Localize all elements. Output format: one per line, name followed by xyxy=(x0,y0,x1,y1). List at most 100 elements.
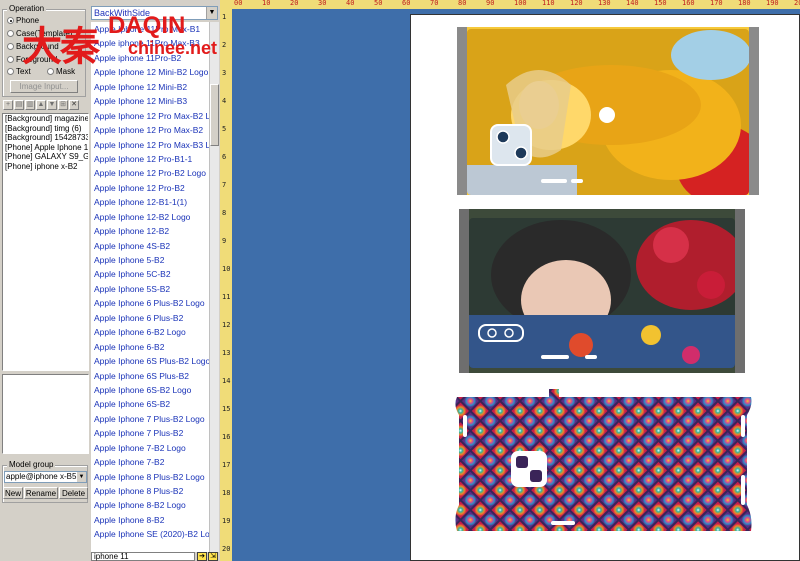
print-page[interactable] xyxy=(410,14,800,561)
ruler-tick-label: 150 xyxy=(654,0,667,7)
model-list-item[interactable]: Apple Iphone 6-B2 Logo xyxy=(91,325,209,339)
radio-label: Text xyxy=(16,67,31,76)
layer-add-icon[interactable]: + xyxy=(3,100,13,110)
model-list-item[interactable]: Apple Iphone 12-B2 xyxy=(91,224,209,238)
model-list-item[interactable]: Apple Iphone 12 Mini-B2 Logo xyxy=(91,65,209,79)
model-list-item[interactable]: Apple Iphone 5-B2 xyxy=(91,253,209,267)
radio-label: Phone xyxy=(16,16,40,25)
model-list-item[interactable]: Apple Iphone 8 Plus-B2 xyxy=(91,484,209,498)
model-list[interactable]: Apple Iphone 11Pro Max-B1 Apple iphone 11… xyxy=(91,22,209,552)
radio-foreground[interactable]: Foreground xyxy=(7,55,57,64)
export-icon[interactable]: ⇲ xyxy=(208,552,218,561)
operation-group-title: Operation xyxy=(7,4,47,13)
ruler-tick-label: 120 xyxy=(570,0,583,7)
rename-group-button[interactable]: Rename xyxy=(24,487,58,499)
model-list-item[interactable]: Apple Iphone 6 Plus-B2 xyxy=(91,311,209,325)
skin-yellow-dress[interactable] xyxy=(457,27,766,205)
chevron-down-icon[interactable]: ▼ xyxy=(206,7,217,19)
scrollbar-thumb[interactable] xyxy=(210,84,219,146)
model-panel: BackWithSide ▼ Apple Iphone 11Pro Max-B1… xyxy=(90,0,220,561)
horizontal-ruler: 00 10 20 30 40 50 60 70 80 90 100 110 120 130 140 150 16… xyxy=(220,0,800,9)
image-input-button[interactable]: Image Input... xyxy=(10,80,78,93)
model-list-item[interactable]: Apple Iphone 8-B2 Logo xyxy=(91,498,209,512)
ruler-tick-label: 6 xyxy=(222,153,227,161)
model-list-item[interactable]: Apple Iphone 6S Plus-B2 xyxy=(91,369,209,383)
layer-item[interactable]: [Phone] Apple Iphone 11 xyxy=(3,143,88,153)
model-group-title: Model group xyxy=(7,460,56,469)
model-list-item[interactable]: Apple Iphone 5S-B2 xyxy=(91,282,209,296)
layer-item[interactable]: [Background] magazine- xyxy=(3,114,88,124)
radio-text[interactable]: Text xyxy=(7,67,31,76)
model-list-item[interactable]: Apple Iphone 12 Pro-B2 Logo xyxy=(91,166,209,180)
delete-group-button[interactable]: Delete xyxy=(59,487,88,499)
model-list-item[interactable]: Apple Iphone 12 Pro Max-B2 xyxy=(91,123,209,137)
model-list-item[interactable]: Apple Iphone 6S-B2 xyxy=(91,397,209,411)
ruler-tick-label: 10 xyxy=(222,265,231,273)
skin-layout-svg xyxy=(455,27,766,531)
model-list-item[interactable]: Apple iphone 11Pro-B2 xyxy=(91,51,209,65)
model-group-value: apple@iphone x-B5 xyxy=(6,472,77,481)
move-up-icon[interactable]: ▲ xyxy=(36,100,46,110)
model-list-item[interactable]: Apple Iphone 6S-B2 Logo xyxy=(91,383,209,397)
chevron-down-icon[interactable]: ▼ xyxy=(77,472,86,482)
ruler-tick-label: 60 xyxy=(402,0,411,7)
ruler-tick-label: 180 xyxy=(738,0,751,7)
model-list-item[interactable]: Apple Iphone 12 Pro-B2 xyxy=(91,181,209,195)
align-icon[interactable]: ⊞ xyxy=(58,100,68,110)
model-list-item[interactable]: Apple Iphone 6-B2 xyxy=(91,340,209,354)
ruler-tick-label: 13 xyxy=(222,349,231,357)
model-list-item[interactable]: Apple Iphone 4S-B2 xyxy=(91,239,209,253)
model-list-scrollbar[interactable] xyxy=(209,22,219,552)
new-group-button[interactable]: New xyxy=(3,487,23,499)
model-list-item[interactable]: Apple Iphone 12 Mini-B2 xyxy=(91,80,209,94)
design-canvas[interactable]: 1 2 3 4 5 6 7 8 9 10 11 12 13 14 15 16 17 18 19 20 00 10 20 30… xyxy=(220,0,800,561)
move-down-icon[interactable]: ▼ xyxy=(47,100,57,110)
model-list-item[interactable]: Apple Iphone 8-B2 xyxy=(91,513,209,527)
radio-mask[interactable]: Mask xyxy=(47,67,75,76)
radio-phone[interactable]: Phone xyxy=(7,16,39,25)
ruler-tick-label: 11 xyxy=(222,293,231,301)
model-list-item[interactable]: Apple Iphone 5C-B2 xyxy=(91,267,209,281)
layer-toolbar: + ▤ ▥ ▲ ▼ ⊞ ✕ xyxy=(3,100,79,111)
layer-item[interactable]: [Background] timg (6) xyxy=(3,124,88,134)
radio-case[interactable]: Case(Template) xyxy=(7,29,72,38)
paste-icon[interactable]: ▥ xyxy=(25,100,35,110)
model-group-select[interactable]: apple@iphone x-B5 ▼ xyxy=(4,471,87,483)
radio-dot xyxy=(7,30,14,37)
model-list-item[interactable]: Apple Iphone SE (2020)-B2 Logo xyxy=(91,527,209,541)
model-list-item[interactable]: Apple Iphone 12 Mini-B3 xyxy=(91,94,209,108)
side-mode-select[interactable]: BackWithSide ▼ xyxy=(91,6,218,20)
ruler-tick-label: 40 xyxy=(346,0,355,7)
model-list-item[interactable]: Apple Iphone 12-B1-1(1) xyxy=(91,195,209,209)
ruler-tick-label: 70 xyxy=(430,0,439,7)
model-list-item[interactable]: Apple Iphone 12 Pro Max-B2 Logo xyxy=(91,109,209,123)
model-list-item[interactable]: Apple Iphone 8 Plus-B2 Logo xyxy=(91,470,209,484)
model-list-item[interactable]: Apple Iphone 7 Plus-B2 Logo xyxy=(91,412,209,426)
ruler-tick-label: 8 xyxy=(222,209,227,217)
model-list-item[interactable]: Apple iphone 11Pro Max-B3 xyxy=(91,36,209,50)
radio-background[interactable]: Background xyxy=(7,42,59,51)
radio-label: Mask xyxy=(56,67,76,76)
layer-list[interactable]: [Background] magazine- [Background] timg… xyxy=(2,113,89,371)
layer-item[interactable]: [Phone] GALAXY S9_G9 xyxy=(3,152,88,162)
model-list-item[interactable]: Apple Iphone 12 Pro Max-B3 Logo xyxy=(91,138,209,152)
skin-flower-portrait[interactable] xyxy=(459,209,746,373)
copy-icon[interactable]: ▤ xyxy=(14,100,24,110)
model-list-item[interactable]: Apple Iphone 6 Plus-B2 Logo xyxy=(91,296,209,310)
model-list-item[interactable]: Apple Iphone 7-B2 xyxy=(91,455,209,469)
ruler-tick-label: 100 xyxy=(514,0,527,7)
model-list-item[interactable]: Apple Iphone 6S Plus-B2 Logo xyxy=(91,354,209,368)
layer-item[interactable]: [Phone] iphone x-B2 xyxy=(3,162,88,172)
skin-mandala-mosaic[interactable] xyxy=(455,389,752,531)
model-list-item[interactable]: Apple Iphone 12-B2 Logo xyxy=(91,210,209,224)
layer-item[interactable]: [Background] 154287333 xyxy=(3,133,88,143)
model-search-input[interactable]: iphone 11 xyxy=(91,552,195,561)
ruler-tick-label: 20 xyxy=(290,0,299,7)
model-list-item[interactable]: Apple Iphone 7 Plus-B2 xyxy=(91,426,209,440)
delete-layer-icon[interactable]: ✕ xyxy=(69,100,79,110)
ruler-tick-label: 160 xyxy=(682,0,695,7)
model-list-item[interactable]: Apple Iphone 11Pro Max-B1 xyxy=(91,22,209,36)
model-list-item[interactable]: Apple Iphone 7-B2 Logo xyxy=(91,441,209,455)
model-list-item[interactable]: Apple Iphone 12 Pro-B1-1 xyxy=(91,152,209,166)
go-arrow-icon[interactable]: ➔ xyxy=(197,552,207,561)
